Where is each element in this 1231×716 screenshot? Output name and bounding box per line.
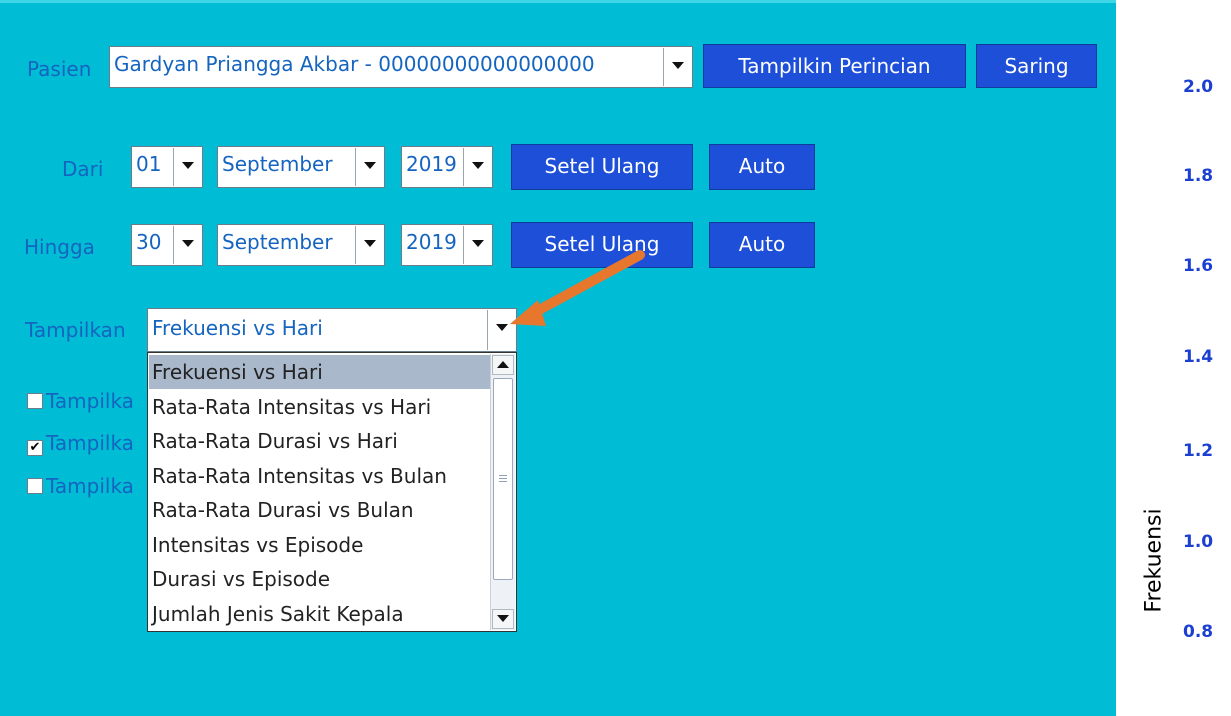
display-dropdown-list[interactable]: Frekuensi vs Hari Rata-Rata Intensitas v… [147, 352, 517, 632]
scroll-down-arrow-icon[interactable] [492, 609, 514, 629]
to-label: Hingga [24, 235, 95, 259]
y-axis-title: Frekuensi [1116, 490, 1176, 630]
to-year-combobox[interactable]: 2019 [401, 224, 493, 266]
from-year-value: 2019 [406, 152, 457, 176]
show-option-checkbox-1[interactable]: Tampilka [27, 389, 134, 413]
grip-line [499, 478, 507, 479]
filter-panel: Pasien Gardyan Priangga Akbar - 00000000… [0, 0, 1116, 716]
checkbox-label: Tampilka [46, 389, 134, 413]
y-tick-label: 1.2 [1183, 441, 1214, 461]
from-month-value: September [222, 152, 333, 176]
dropdown-option[interactable]: Rata-Rata Intensitas vs Hari [149, 390, 490, 424]
filter-button-label: Saring [1004, 54, 1069, 78]
dropdown-option[interactable]: Durasi vs Episode [149, 562, 490, 596]
dropdown-option[interactable]: Rata-Rata Durasi vs Hari [149, 424, 490, 458]
from-month-combobox[interactable]: September [217, 146, 385, 188]
dropdown-scrollbar[interactable] [490, 354, 515, 630]
scroll-up-arrow-icon[interactable] [492, 355, 514, 375]
to-day-value: 30 [136, 230, 162, 254]
show-option-checkbox-2[interactable]: ✔ Tampilka [27, 431, 134, 456]
chevron-down-icon[interactable] [173, 226, 201, 264]
y-tick-label: 1.0 [1183, 532, 1214, 552]
display-combobox-value: Frekuensi vs Hari [152, 316, 323, 340]
y-tick-label: 2.0 [1183, 77, 1214, 97]
chevron-down-icon[interactable] [463, 148, 491, 186]
checkbox-box[interactable] [27, 393, 43, 409]
patient-combobox[interactable]: Gardyan Priangga Akbar - 000000000000000… [109, 46, 693, 88]
panel-top-edge [0, 0, 1116, 3]
checkbox-label: Tampilka [46, 431, 134, 455]
chevron-down-icon[interactable] [487, 310, 515, 350]
y-tick-label: 1.6 [1183, 256, 1214, 276]
y-tick-label: 1.4 [1183, 347, 1214, 367]
to-auto-button[interactable]: Auto [709, 222, 815, 268]
show-details-button-label: Tampilkin Perincian [738, 54, 931, 78]
dropdown-option[interactable]: Jumlah Jenis Sakit Kepala [149, 597, 490, 631]
y-tick-label: 1.8 [1183, 166, 1214, 186]
checkbox-box[interactable] [27, 478, 43, 494]
to-auto-button-label: Auto [738, 232, 786, 256]
from-year-combobox[interactable]: 2019 [401, 146, 493, 188]
from-label: Dari [62, 157, 104, 181]
patient-label: Pasien [27, 57, 92, 81]
to-year-value: 2019 [406, 230, 457, 254]
y-axis-title-text: Frekuensi [1141, 508, 1167, 613]
show-details-button[interactable]: Tampilkin Perincian [703, 44, 966, 88]
dropdown-option[interactable]: Rata-Rata Intensitas vs Bulan [149, 459, 490, 493]
to-day-combobox[interactable]: 30 [131, 224, 203, 266]
dropdown-option[interactable]: Rata-Rata Durasi vs Bulan [149, 493, 490, 527]
dropdown-option[interactable]: Frekuensi vs Hari [149, 355, 490, 389]
from-auto-button[interactable]: Auto [709, 144, 815, 190]
chevron-down-icon[interactable] [173, 148, 201, 186]
from-auto-button-label: Auto [738, 154, 786, 178]
grip-line [499, 481, 507, 482]
chevron-down-icon[interactable] [663, 48, 691, 86]
patient-combobox-value: Gardyan Priangga Akbar - 000000000000000… [114, 52, 595, 76]
from-day-combobox[interactable]: 01 [131, 146, 203, 188]
to-reset-button-label: Setel Ulang [544, 232, 660, 256]
show-option-checkbox-3[interactable]: Tampilka [27, 474, 134, 498]
checkbox-label: Tampilka [46, 474, 134, 498]
display-label: Tampilkan [25, 318, 126, 342]
from-day-value: 01 [136, 152, 162, 176]
y-tick-label: 0.8 [1183, 622, 1214, 642]
to-month-combobox[interactable]: September [217, 224, 385, 266]
checkmark-icon[interactable]: ✔ [27, 440, 43, 456]
to-reset-button[interactable]: Setel Ulang [511, 222, 693, 268]
grip-line [499, 475, 507, 476]
from-reset-button[interactable]: Setel Ulang [511, 144, 693, 190]
to-month-value: September [222, 230, 333, 254]
from-reset-button-label: Setel Ulang [544, 154, 660, 178]
dropdown-option[interactable]: Intensitas vs Episode [149, 528, 490, 562]
scrollbar-thumb[interactable] [493, 378, 513, 580]
chevron-down-icon[interactable] [355, 226, 383, 264]
filter-button[interactable]: Saring [976, 44, 1097, 88]
chevron-down-icon[interactable] [355, 148, 383, 186]
display-combobox[interactable]: Frekuensi vs Hari [147, 308, 517, 352]
chevron-down-icon[interactable] [463, 226, 491, 264]
